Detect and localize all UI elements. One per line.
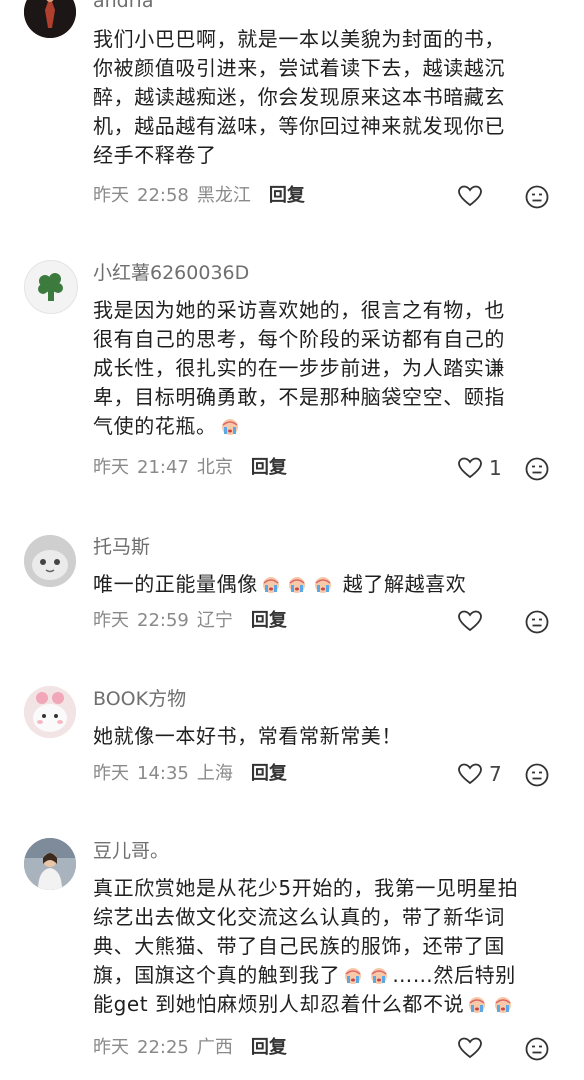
comment-text: 我们小巴巴啊，就是一本以美貌为封面的书， 你被颜值吸引进来，尝试着读下去，越读越… xyxy=(93,27,505,167)
avatar[interactable] xyxy=(24,686,76,738)
avatar[interactable] xyxy=(24,535,76,587)
dislike-face-icon xyxy=(525,610,549,634)
dislike-face-icon xyxy=(525,763,549,787)
comment-meta: 昨天 14:35 上海 回复 xyxy=(93,763,287,784)
reply-button[interactable]: 回复 xyxy=(251,763,287,784)
comment-meta: 昨天 22:59 辽宁 回复 xyxy=(93,610,287,631)
comment-author[interactable]: 托马斯 xyxy=(93,534,150,560)
crying-emoji-icon xyxy=(371,968,388,984)
comment-author[interactable]: andria xyxy=(93,0,153,14)
comment-author[interactable]: 豆儿哥。 xyxy=(93,838,169,864)
comment-meta: 昨天 22:25 广西 回复 xyxy=(93,1037,287,1058)
reply-button[interactable]: 回复 xyxy=(269,185,305,206)
like-button[interactable]: 1 xyxy=(457,456,502,480)
avatar[interactable] xyxy=(24,838,76,890)
comment-author[interactable]: BOOK方物 xyxy=(93,686,186,712)
comment-text: 真正欣赏她是从花少5开始的，我第一见明星拍 综艺出去做文化交流这么认真的，带了新… xyxy=(93,876,519,1016)
reply-button[interactable]: 回复 xyxy=(251,610,287,631)
like-count: 7 xyxy=(489,762,502,786)
avatar[interactable] xyxy=(24,260,78,314)
heart-icon xyxy=(458,1037,482,1059)
comment-text: 唯一的正能量偶像 越了解越喜欢 xyxy=(93,572,467,596)
heart-icon xyxy=(458,610,482,632)
dislike-button[interactable] xyxy=(524,184,550,214)
like-button[interactable]: 7 xyxy=(457,762,502,786)
dislike-face-icon xyxy=(525,457,549,481)
heart-icon xyxy=(458,457,482,479)
dislike-button[interactable] xyxy=(524,456,550,486)
reply-button[interactable]: 回复 xyxy=(251,1037,287,1058)
dislike-button[interactable] xyxy=(524,1036,550,1066)
comment-meta: 昨天 21:47 北京 回复 xyxy=(93,457,287,478)
crying-emoji-icon xyxy=(262,577,279,593)
like-button[interactable] xyxy=(457,1036,483,1060)
avatar[interactable] xyxy=(24,0,76,38)
like-button[interactable] xyxy=(457,184,483,208)
heart-icon xyxy=(458,763,482,785)
dislike-face-icon xyxy=(525,185,549,209)
comment-text: 她就像一本好书，常看常新常美！ xyxy=(93,724,402,748)
heart-icon xyxy=(458,185,482,207)
crying-emoji-icon xyxy=(221,419,238,435)
dislike-face-icon xyxy=(525,1037,549,1061)
crying-emoji-icon xyxy=(469,997,486,1013)
comment-meta: 昨天 22:58 黑龙江 回复 xyxy=(93,185,305,206)
dislike-button[interactable] xyxy=(524,762,550,792)
reply-button[interactable]: 回复 xyxy=(251,457,287,478)
like-button[interactable] xyxy=(457,609,483,633)
crying-emoji-icon xyxy=(495,997,512,1013)
like-count: 1 xyxy=(489,456,502,480)
comment-author[interactable]: 小红薯6260036D xyxy=(93,260,249,286)
crying-emoji-icon xyxy=(288,577,305,593)
crying-emoji-icon xyxy=(314,577,331,593)
dislike-button[interactable] xyxy=(524,609,550,639)
comment-text: 我是因为她的采访喜欢她的，很言之有物，也 很有自己的思考，每个阶段的采访都有自己… xyxy=(93,298,505,438)
crying-emoji-icon xyxy=(345,968,362,984)
